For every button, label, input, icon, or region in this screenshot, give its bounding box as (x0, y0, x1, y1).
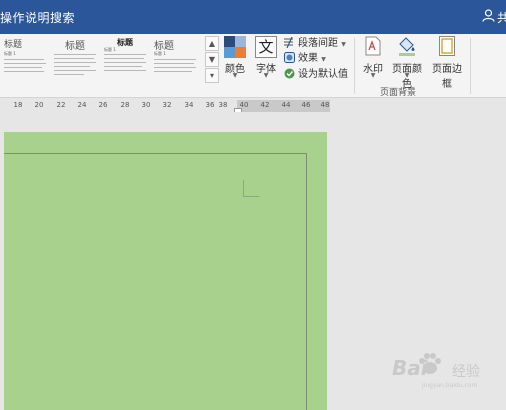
watermark-jingyan: 经验 (452, 364, 480, 380)
ruler-tick: 20 (34, 101, 44, 109)
watermark-button[interactable]: 水印 ▼ (360, 36, 386, 84)
font-glyph-icon: 文 (255, 36, 277, 58)
paint-bucket-icon (399, 37, 415, 56)
style-set-title: 标题 (154, 41, 174, 52)
style-set-item[interactable]: 标题 (50, 34, 100, 88)
ruler-tick: 44 (281, 101, 291, 109)
ruler-tick: 26 (98, 101, 108, 109)
paragraph-spacing-icon (284, 37, 293, 48)
page-border-right (306, 153, 307, 410)
watermark-icon (365, 36, 381, 56)
page-color-button[interactable]: 页面颜色 ▼ (388, 36, 426, 90)
chevron-down-icon: ▼ (370, 72, 376, 79)
horizontal-ruler[interactable]: 18 20 22 24 26 28 30 32 34 36 38 40 42 4… (0, 100, 330, 115)
style-set-item[interactable]: 标题 标题 1 (150, 34, 200, 88)
effects-button[interactable]: 效果 ▼ (284, 49, 326, 64)
fonts-button[interactable]: 文 字体 ▼ (252, 36, 280, 84)
set-as-default-button[interactable]: 设为默认值 (284, 65, 348, 80)
gallery-scroll: ▲ ▼ ▾ (205, 36, 219, 83)
chevron-down-icon: ▼ (404, 72, 410, 79)
page-background-group-label: 页面背景 (380, 88, 417, 98)
ribbon-design-tab: 标题 标题 1 标题 标题 标题 1 标题 标题 1 ▲ ▼ ▾ 颜色 ▼ 文 … (0, 34, 506, 98)
tell-me-search[interactable]: 操作说明搜索 (0, 9, 75, 26)
style-set-item[interactable]: 标题 标题 1 (100, 34, 150, 88)
effects-icon (284, 52, 295, 63)
chevron-down-icon: ▼ (321, 56, 326, 63)
ruler-tick: 32 (162, 101, 172, 109)
chevron-down-icon: ▼ (232, 72, 238, 79)
gallery-up-button[interactable]: ▲ (205, 36, 219, 51)
check-circle-icon (284, 68, 295, 79)
share-button[interactable]: 共 (482, 8, 506, 26)
style-set-heading: 标题 1 (4, 51, 16, 56)
share-label: 共 (497, 11, 506, 25)
text-boundary-mark (243, 196, 259, 197)
chevron-down-icon: ▼ (263, 72, 269, 79)
ruler-tick: 28 (120, 101, 130, 109)
watermark-url: jingyan.baidu.com (422, 382, 478, 389)
ruler-tick: 24 (77, 101, 87, 109)
style-set-heading: 标题 1 (154, 51, 166, 56)
ruler-tick: 42 (260, 101, 270, 109)
page-border-top (4, 153, 306, 154)
color-palette-icon (224, 36, 246, 58)
group-separator (470, 38, 471, 94)
gallery-down-button[interactable]: ▼ (205, 52, 219, 67)
paw-icon (419, 353, 441, 374)
baidu-watermark: Bai 经验 jingyan.baidu.com (392, 348, 504, 389)
paragraph-spacing-button[interactable]: 段落间距 ▼ (284, 34, 346, 49)
ruler-tick: 30 (141, 101, 151, 109)
tell-me-search-label: 操作说明搜索 (0, 11, 76, 25)
style-set-title: 标题 (65, 41, 85, 52)
chevron-down-icon: ▼ (341, 41, 346, 48)
title-bar: 操作说明搜索 共 (0, 0, 506, 34)
document-page[interactable] (4, 132, 327, 410)
user-icon (482, 9, 495, 22)
ruler-tick: 48 (320, 101, 330, 109)
group-separator (354, 38, 355, 94)
ruler-tick: 36 (205, 101, 215, 109)
colors-button[interactable]: 颜色 ▼ (221, 36, 249, 84)
ruler-tick: 22 (56, 101, 66, 109)
set-as-default-label: 设为默认值 (298, 69, 348, 80)
style-set-gallery: 标题 标题 1 标题 标题 标题 1 标题 标题 1 (0, 34, 204, 88)
ruler-tick: 18 (13, 101, 23, 109)
style-set-item[interactable]: 标题 标题 1 (0, 34, 50, 88)
effects-label: 效果 (298, 53, 318, 64)
ruler-tick: 38 (218, 101, 228, 109)
ruler-tick: 34 (184, 101, 194, 109)
text-boundary-mark (243, 180, 244, 196)
ruler-tick: 46 (301, 101, 311, 109)
style-set-heading: 标题 1 (104, 47, 116, 52)
page-borders-label: 页面边框 (432, 64, 462, 90)
page-borders-button[interactable]: 页面边框 (428, 36, 466, 90)
page-border-icon (439, 36, 455, 56)
paragraph-spacing-label: 段落间距 (298, 38, 338, 49)
gallery-more-button[interactable]: ▾ (205, 68, 219, 83)
style-set-title: 标题 (4, 40, 23, 50)
